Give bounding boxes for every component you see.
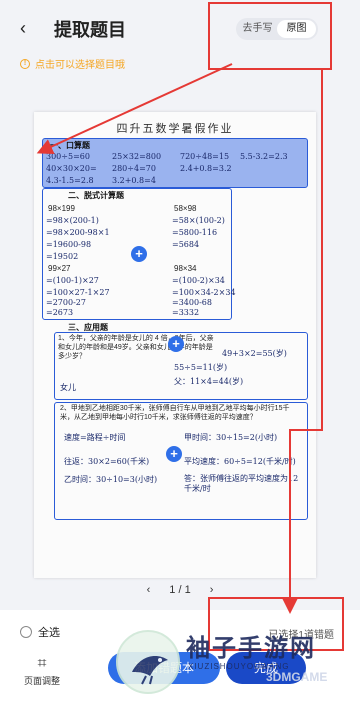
tip-text: 点击可以选择题目哦	[35, 60, 125, 71]
calc-right-line: =3400-68	[172, 298, 212, 307]
calc-left-line: =19600-98	[46, 240, 92, 249]
oral-item: 40×30×20=	[46, 164, 97, 173]
calc-right-line: =100×34-2×34	[172, 288, 236, 297]
oral-item: 4.3-1.5=2.8	[46, 176, 94, 185]
add-question-calc-button[interactable]: +	[131, 246, 147, 262]
select-all-label: 全选	[38, 627, 60, 639]
page-title: 提取题目	[54, 20, 126, 40]
site-watermark: 袖子手游网 XIUZISHOUYOUWANG 3DMGAME	[116, 622, 356, 710]
oral-item: 25×32=800	[112, 152, 162, 161]
word-q1-answer: 49+3×2=55(岁)	[222, 349, 287, 358]
select-all-checkbox[interactable]: 全选	[20, 624, 60, 640]
calc-left-line: =98×(200-1)	[46, 216, 99, 225]
calc-left-line: =98×200-98×1	[46, 228, 110, 237]
add-question-word2-button[interactable]: +	[166, 446, 182, 462]
word-q2-answer: 速度=路程÷时间	[64, 433, 126, 442]
calc-left-line: =(100-1)×27	[46, 276, 99, 285]
calc-left-line: 99×27	[48, 264, 71, 273]
oral-item: 280÷4=70	[112, 164, 156, 173]
word-q2-answer: 甲时间：30÷15=2(小时)	[184, 433, 278, 442]
watermark-tag: 3DMGAME	[266, 670, 328, 684]
oral-item: 3.2+0.8=4	[112, 176, 156, 185]
word-q1-answer: 女儿	[60, 383, 76, 392]
calc-right-line: 58×98	[174, 204, 197, 213]
crop-icon: ⌗	[37, 655, 47, 672]
page-adjust-button[interactable]: ⌗ 页面调整	[22, 654, 62, 687]
watermark-text: 袖子手游网	[186, 635, 316, 662]
worksheet-title: 四升五数学暑假作业	[116, 122, 234, 135]
annotation-box-toggle	[208, 2, 332, 70]
prev-page-icon[interactable]: ‹	[147, 584, 151, 596]
calc-right-line: =3332	[172, 308, 200, 317]
calc-left-line: =2700-27	[46, 298, 86, 307]
add-question-word1-button[interactable]: +	[168, 336, 184, 352]
section-label-calc: 二、脱式计算题	[68, 191, 124, 200]
word-q2-answer: 往返：30×2=60(千米)	[64, 457, 150, 466]
calc-right-line: =5800-116	[172, 228, 218, 237]
word-q2-answer: 答：张师傅往返的平均速度为12千米/时	[184, 474, 299, 493]
page-adjust-label: 页面调整	[23, 676, 60, 686]
next-page-icon[interactable]: ›	[210, 584, 214, 596]
calc-left-line: 98×199	[48, 204, 75, 213]
radio-icon	[20, 626, 32, 638]
back-icon[interactable]: ‹	[20, 17, 42, 39]
section-label-oral: 一、口算题	[50, 141, 90, 150]
word-q2-answer: 乙时间：30÷10=3(小时)	[64, 475, 158, 484]
bird-logo-icon	[116, 630, 180, 694]
calc-left-line: =19502	[46, 252, 79, 261]
word-q2-text: 2、甲地到乙地相距30千米，张师傅自行车从甲地到乙地平均每小时行15千米，从乙地…	[60, 405, 290, 421]
calc-right-line: =5684	[172, 240, 200, 249]
oral-item: 300÷5=60	[46, 152, 90, 161]
calc-right-line: =58×(100-2)	[172, 216, 225, 225]
word-q1-text: 1、今年，父亲的年龄是女儿的 4 倍，3年后，父亲和女儿的年龄和是49岁。父亲和…	[58, 335, 214, 360]
calc-right-line: 98×34	[174, 264, 197, 273]
calc-right-line: =(100-2)×34	[172, 276, 225, 285]
word-q1-answer: 55÷5=11(岁)	[174, 363, 228, 372]
word-q1-answer: 父：11×4=44(岁)	[174, 377, 244, 386]
info-icon: !	[20, 58, 30, 69]
page-indicator: 1 / 1	[169, 584, 191, 596]
calc-left-line: =2673	[46, 308, 74, 317]
oral-item: 2.4+0.8=3.2	[180, 164, 232, 173]
oral-item: 720÷48=15	[180, 152, 230, 161]
oral-item: 5.5-3.2=2.3	[240, 152, 288, 161]
calc-left-line: =100×27-1×27	[46, 288, 110, 297]
word-q2-answer: 平均速度：60÷5=12(千米/时)	[184, 457, 296, 466]
worksheet-image: 四升五数学暑假作业 一、口算题 300÷5=60 25×32=800 720÷4…	[34, 112, 316, 578]
pager: ‹ 1 / 1 ›	[0, 584, 360, 596]
tip-banner: ! 点击可以选择题目哦	[20, 56, 125, 71]
